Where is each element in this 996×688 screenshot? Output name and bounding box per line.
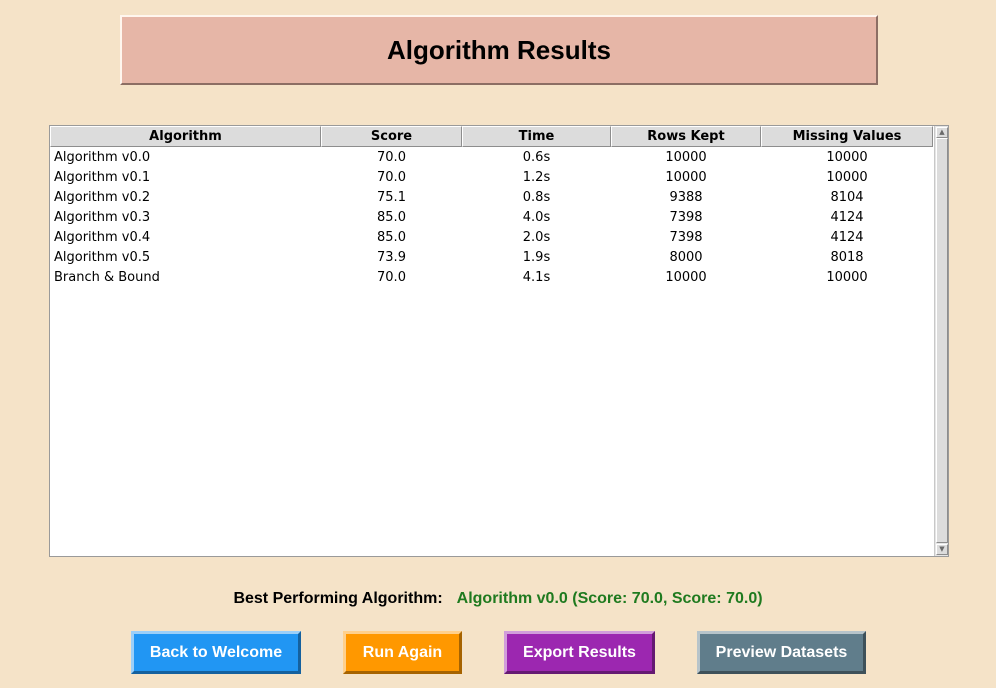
best-algorithm-value: Algorithm v0.0 (Score: 70.0, Score: 70.0… bbox=[456, 590, 763, 607]
cell-rows-kept: 8000 bbox=[669, 249, 703, 265]
cell-rows-kept: 7398 bbox=[669, 209, 703, 225]
cell-algorithm: Algorithm v0.3 bbox=[54, 209, 151, 225]
best-algorithm-summary: Best Performing Algorithm: Algorithm v0.… bbox=[0, 589, 996, 609]
cell-time: 0.6s bbox=[522, 149, 551, 165]
table-row[interactable]: Algorithm v0.3 85.0 4.0s 7398 4124 bbox=[50, 207, 933, 227]
column-header-rows-kept[interactable]: Rows Kept bbox=[611, 126, 761, 147]
scroll-up-icon[interactable]: ▲ bbox=[936, 127, 948, 138]
cell-score: 70.0 bbox=[377, 169, 406, 185]
cell-missing-values: 8018 bbox=[830, 249, 864, 265]
table-row[interactable]: Algorithm v0.5 73.9 1.9s 8000 8018 bbox=[50, 247, 933, 267]
cell-time: 4.0s bbox=[522, 209, 551, 225]
back-to-welcome-button[interactable]: Back to Welcome bbox=[131, 631, 301, 674]
cell-algorithm: Algorithm v0.1 bbox=[54, 169, 151, 185]
table-row[interactable]: Branch & Bound 70.0 4.1s 10000 10000 bbox=[50, 267, 933, 287]
cell-rows-kept: 9388 bbox=[669, 189, 703, 205]
cell-rows-kept: 10000 bbox=[665, 269, 707, 285]
cell-time: 1.9s bbox=[522, 249, 551, 265]
cell-score: 70.0 bbox=[377, 149, 406, 165]
table-body: Algorithm v0.0 70.0 0.6s 10000 10000 Alg… bbox=[50, 147, 933, 287]
cell-time: 0.8s bbox=[522, 189, 551, 205]
cell-rows-kept: 10000 bbox=[665, 149, 707, 165]
cell-missing-values: 10000 bbox=[826, 149, 868, 165]
cell-time: 4.1s bbox=[522, 269, 551, 285]
export-results-button[interactable]: Export Results bbox=[504, 631, 655, 674]
cell-algorithm: Algorithm v0.5 bbox=[54, 249, 151, 265]
column-header-time[interactable]: Time bbox=[462, 126, 611, 147]
column-header-algorithm[interactable]: Algorithm bbox=[50, 126, 321, 147]
cell-score: 85.0 bbox=[377, 229, 406, 245]
results-table: Algorithm Score Time Rows Kept Missing V… bbox=[49, 125, 949, 557]
cell-score: 75.1 bbox=[377, 189, 406, 205]
cell-score: 70.0 bbox=[377, 269, 406, 285]
cell-score: 73.9 bbox=[377, 249, 406, 265]
cell-missing-values: 4124 bbox=[830, 229, 864, 245]
table-row[interactable]: Algorithm v0.2 75.1 0.8s 9388 8104 bbox=[50, 187, 933, 207]
cell-rows-kept: 10000 bbox=[665, 169, 707, 185]
cell-algorithm: Algorithm v0.0 bbox=[54, 149, 151, 165]
column-header-missing-values[interactable]: Missing Values bbox=[761, 126, 933, 147]
title-banner: Algorithm Results bbox=[120, 15, 878, 85]
cell-score: 85.0 bbox=[377, 209, 406, 225]
cell-algorithm: Algorithm v0.2 bbox=[54, 189, 151, 205]
best-algorithm-label: Best Performing Algorithm: bbox=[233, 590, 443, 607]
cell-algorithm: Algorithm v0.4 bbox=[54, 229, 151, 245]
cell-missing-values: 10000 bbox=[826, 169, 868, 185]
cell-algorithm: Branch & Bound bbox=[54, 269, 160, 285]
table-header: Algorithm Score Time Rows Kept Missing V… bbox=[50, 126, 933, 147]
scrollbar-thumb[interactable] bbox=[936, 138, 948, 543]
cell-missing-values: 10000 bbox=[826, 269, 868, 285]
cell-missing-values: 4124 bbox=[830, 209, 864, 225]
cell-rows-kept: 7398 bbox=[669, 229, 703, 245]
vertical-scrollbar[interactable]: ▲ ▼ bbox=[934, 126, 948, 556]
cell-time: 1.2s bbox=[522, 169, 551, 185]
cell-missing-values: 8104 bbox=[830, 189, 864, 205]
scroll-down-icon[interactable]: ▼ bbox=[936, 544, 948, 555]
page-title: Algorithm Results bbox=[387, 34, 611, 65]
table-row[interactable]: Algorithm v0.1 70.0 1.2s 10000 10000 bbox=[50, 167, 933, 187]
table-row[interactable]: Algorithm v0.0 70.0 0.6s 10000 10000 bbox=[50, 147, 933, 167]
preview-datasets-button[interactable]: Preview Datasets bbox=[697, 631, 866, 674]
table-row[interactable]: Algorithm v0.4 85.0 2.0s 7398 4124 bbox=[50, 227, 933, 247]
column-header-score[interactable]: Score bbox=[321, 126, 462, 147]
run-again-button[interactable]: Run Again bbox=[343, 631, 462, 674]
cell-time: 2.0s bbox=[522, 229, 551, 245]
